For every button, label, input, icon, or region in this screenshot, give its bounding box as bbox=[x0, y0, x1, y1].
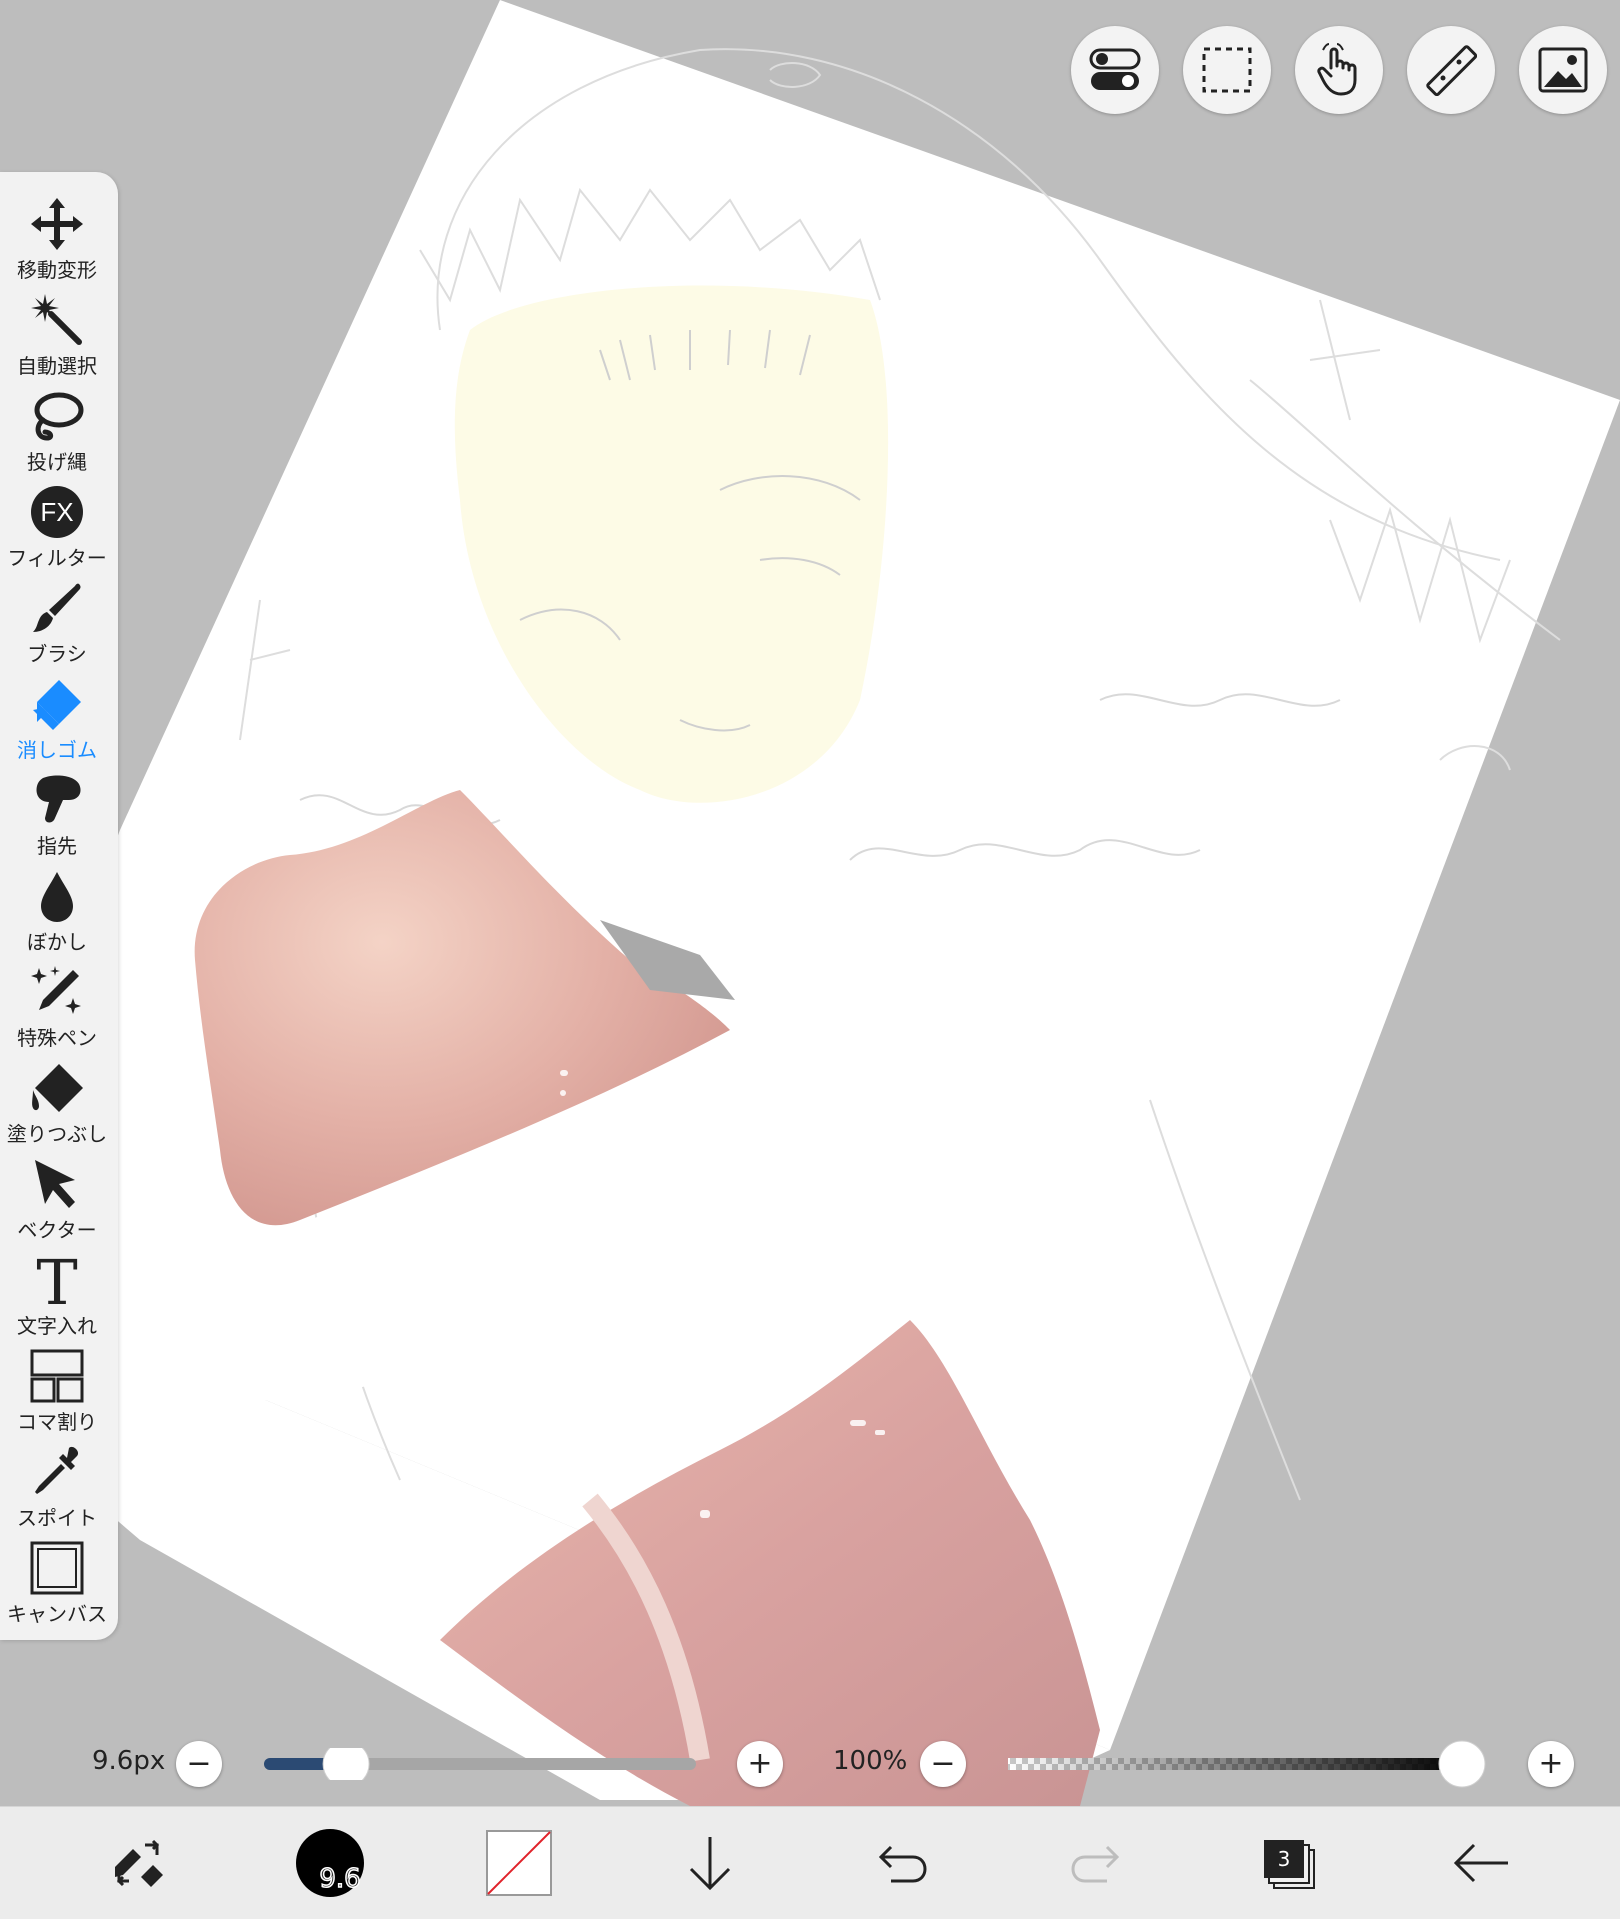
tool-label: コマ割り bbox=[17, 1410, 97, 1434]
minus-icon: − bbox=[186, 1746, 212, 1781]
eraser-icon bbox=[33, 680, 81, 730]
brush-size-value: 9.6px bbox=[92, 1746, 166, 1776]
special-pen-icon bbox=[31, 966, 81, 1014]
ruler-button[interactable] bbox=[1407, 26, 1495, 114]
tool-frame-divider[interactable]: コマ割り bbox=[0, 1348, 114, 1440]
brush-icon bbox=[33, 583, 81, 632]
tool-label: キャンバス bbox=[7, 1602, 107, 1626]
tool-move-transform[interactable]: 移動変形 bbox=[0, 196, 114, 288]
ruler-icon bbox=[1426, 45, 1477, 96]
tool-text[interactable]: T 文字入れ bbox=[0, 1252, 114, 1344]
tool-fill[interactable]: 塗りつぶし bbox=[0, 1060, 114, 1152]
undo-button[interactable] bbox=[872, 1807, 932, 1919]
fx-icon: FX bbox=[31, 486, 83, 538]
tool-eraser[interactable]: 消しゴム bbox=[0, 676, 114, 768]
fill-bucket-icon bbox=[32, 1064, 83, 1112]
magic-wand-icon bbox=[31, 294, 82, 345]
layers-icon: 3 bbox=[1264, 1840, 1315, 1889]
tool-label: 移動変形 bbox=[17, 258, 97, 282]
secondary-color-icon bbox=[486, 1830, 552, 1896]
gesture-button[interactable] bbox=[1295, 26, 1383, 114]
tool-palette: 移動変形 自動選択 投げ縄 FX フィルター ブラシ 消しゴム 指先 ぼかし 特… bbox=[0, 172, 118, 1640]
tool-special-pen[interactable]: 特殊ペン bbox=[0, 964, 114, 1056]
tool-label: スポイト bbox=[17, 1506, 97, 1530]
tool-label: 自動選択 bbox=[17, 354, 97, 378]
panel-frame-icon bbox=[30, 1349, 84, 1403]
back-button[interactable] bbox=[1448, 1807, 1514, 1919]
tool-filter[interactable]: FX フィルター bbox=[0, 484, 114, 576]
tool-blur[interactable]: ぼかし bbox=[0, 868, 114, 960]
plus-icon: + bbox=[1538, 1746, 1564, 1781]
brush-color-button[interactable]: 9.6 bbox=[290, 1807, 370, 1919]
tool-label: 消しゴム bbox=[17, 738, 97, 762]
redo-icon bbox=[1071, 1845, 1120, 1883]
tool-label: 文字入れ bbox=[17, 1314, 97, 1338]
opacity-increase-button[interactable]: + bbox=[1528, 1741, 1574, 1787]
save-down-button[interactable] bbox=[680, 1807, 740, 1919]
selection-button[interactable] bbox=[1183, 26, 1271, 114]
tool-label: 特殊ペン bbox=[17, 1026, 97, 1050]
reference-image-button[interactable] bbox=[1519, 26, 1607, 114]
drawing-canvas[interactable] bbox=[0, 0, 1620, 1918]
opacity-decrease-button[interactable]: − bbox=[920, 1741, 966, 1787]
finger-icon bbox=[36, 775, 81, 823]
minus-icon: − bbox=[930, 1746, 956, 1781]
swap-tool-button[interactable] bbox=[100, 1807, 180, 1919]
tool-lasso[interactable]: 投げ縄 bbox=[0, 388, 114, 480]
tool-brush[interactable]: ブラシ bbox=[0, 580, 114, 672]
opacity-value: 100% bbox=[833, 1746, 908, 1776]
image-icon bbox=[1538, 47, 1588, 93]
selection-rect-icon bbox=[1202, 47, 1252, 93]
tool-finger[interactable]: 指先 bbox=[0, 772, 114, 864]
tool-eyedropper[interactable]: スポイト bbox=[0, 1444, 114, 1536]
toggle-icon bbox=[1089, 48, 1141, 90]
tool-label: 指先 bbox=[37, 834, 77, 858]
brush-color-icon: 9.6 bbox=[296, 1829, 364, 1897]
blur-drop-icon bbox=[41, 872, 73, 922]
text-glyph: T bbox=[36, 1252, 77, 1308]
move-icon bbox=[31, 198, 83, 250]
layers-button[interactable]: 3 bbox=[1254, 1807, 1324, 1919]
fx-text: FX bbox=[40, 497, 73, 527]
brush-size-decrease-button[interactable]: − bbox=[176, 1741, 222, 1787]
undo-icon bbox=[878, 1845, 927, 1883]
secondary-color-button[interactable] bbox=[484, 1807, 554, 1919]
tool-magic-wand[interactable]: 自動選択 bbox=[0, 292, 114, 384]
download-arrow-icon bbox=[689, 1837, 731, 1891]
tool-vector[interactable]: ベクター bbox=[0, 1156, 114, 1248]
eyedropper-icon bbox=[35, 1446, 79, 1494]
text-icon: T bbox=[36, 1252, 77, 1308]
toggle-button[interactable] bbox=[1071, 26, 1159, 114]
back-arrow-icon bbox=[1453, 1843, 1508, 1883]
bottom-toolbar: 9.6 3 bbox=[0, 1806, 1620, 1919]
canvas-icon bbox=[30, 1541, 84, 1595]
tool-label: 投げ縄 bbox=[27, 450, 87, 474]
vector-cursor-icon bbox=[35, 1160, 75, 1208]
redo-button[interactable] bbox=[1066, 1807, 1126, 1919]
brush-size-slider[interactable] bbox=[262, 1748, 698, 1780]
brush-size-badge: 9.6 bbox=[319, 1864, 360, 1894]
layer-count: 3 bbox=[1278, 1847, 1291, 1871]
opacity-slider[interactable] bbox=[1004, 1740, 1502, 1788]
tool-label: ベクター bbox=[17, 1218, 97, 1242]
lasso-icon bbox=[34, 392, 84, 441]
swap-tool-icon bbox=[115, 1839, 163, 1887]
tool-canvas[interactable]: キャンバス bbox=[0, 1540, 114, 1632]
plus-icon: + bbox=[747, 1746, 773, 1781]
tool-label: フィルター bbox=[7, 546, 107, 570]
tool-label: 塗りつぶし bbox=[6, 1122, 108, 1146]
tool-label: ぼかし bbox=[27, 930, 87, 954]
tool-label: ブラシ bbox=[27, 642, 87, 666]
hand-gesture-icon bbox=[1317, 43, 1357, 96]
brush-size-increase-button[interactable]: + bbox=[737, 1741, 783, 1787]
